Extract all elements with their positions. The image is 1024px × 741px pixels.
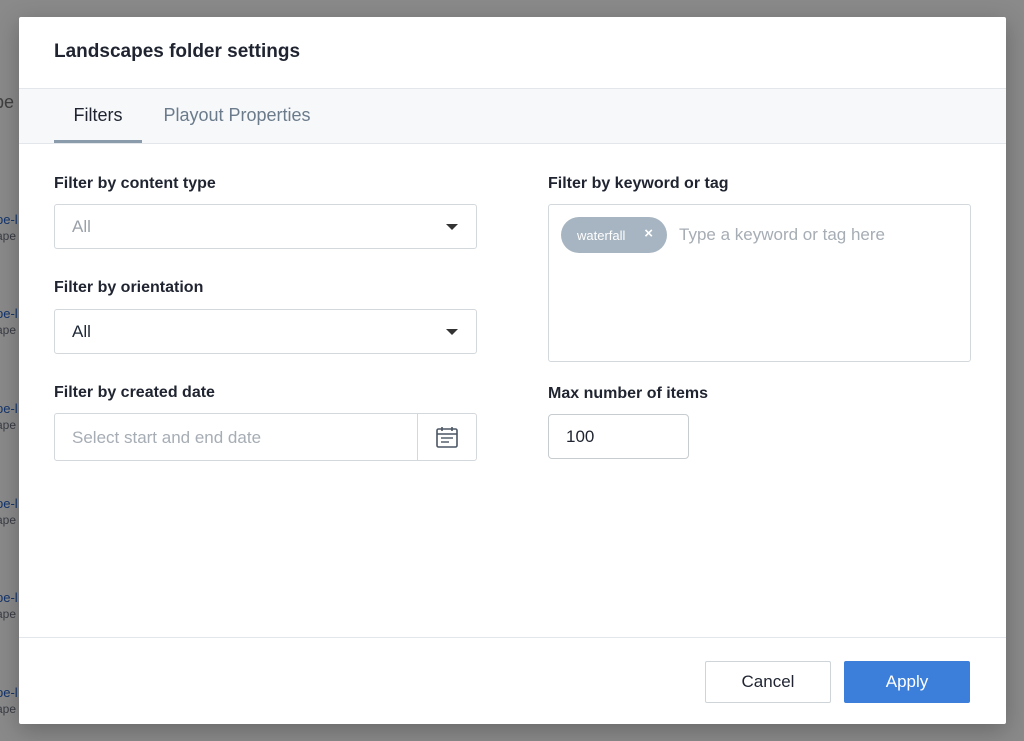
content-type-value: All: [72, 217, 91, 236]
orientation-label: Filter by orientation: [54, 279, 204, 296]
keyword-tag-field[interactable]: waterfall × Type a keyword or tag here: [548, 204, 971, 362]
created-date-label: Filter by created date: [54, 384, 215, 401]
orientation-select[interactable]: All: [54, 309, 477, 354]
footer-divider: [19, 637, 1006, 638]
chevron-down-icon: [446, 329, 458, 335]
chevron-down-icon: [446, 224, 458, 230]
apply-button[interactable]: Apply: [844, 661, 970, 703]
dialog-title: Landscapes folder settings: [54, 41, 301, 62]
date-range-input[interactable]: Select start and end date: [72, 428, 261, 448]
max-items-value: 100: [566, 427, 595, 446]
cancel-button[interactable]: Cancel: [705, 661, 831, 703]
close-icon[interactable]: ×: [644, 225, 653, 242]
keyword-tag-label: Filter by keyword or tag: [548, 175, 729, 192]
folder-settings-dialog: Landscapes folder settings Filters Playo…: [19, 17, 1006, 724]
max-items-label: Max number of items: [548, 385, 709, 402]
max-items-input[interactable]: 100: [548, 414, 689, 459]
content-type-select[interactable]: All: [54, 204, 477, 249]
orientation-value: All: [72, 322, 91, 341]
tab-playout-properties[interactable]: Playout Properties: [162, 89, 312, 143]
calendar-icon: [436, 427, 458, 448]
keyword-tag-input[interactable]: Type a keyword or tag here: [679, 225, 885, 245]
created-date-field[interactable]: Select start and end date: [54, 413, 477, 461]
tab-bar: Filters Playout Properties: [19, 88, 1006, 144]
content-type-label: Filter by content type: [54, 175, 216, 192]
tab-filters[interactable]: Filters: [54, 89, 142, 143]
tag-chip: waterfall ×: [561, 217, 667, 253]
tag-chip-label: waterfall: [577, 228, 626, 243]
date-picker-button[interactable]: [417, 414, 476, 460]
